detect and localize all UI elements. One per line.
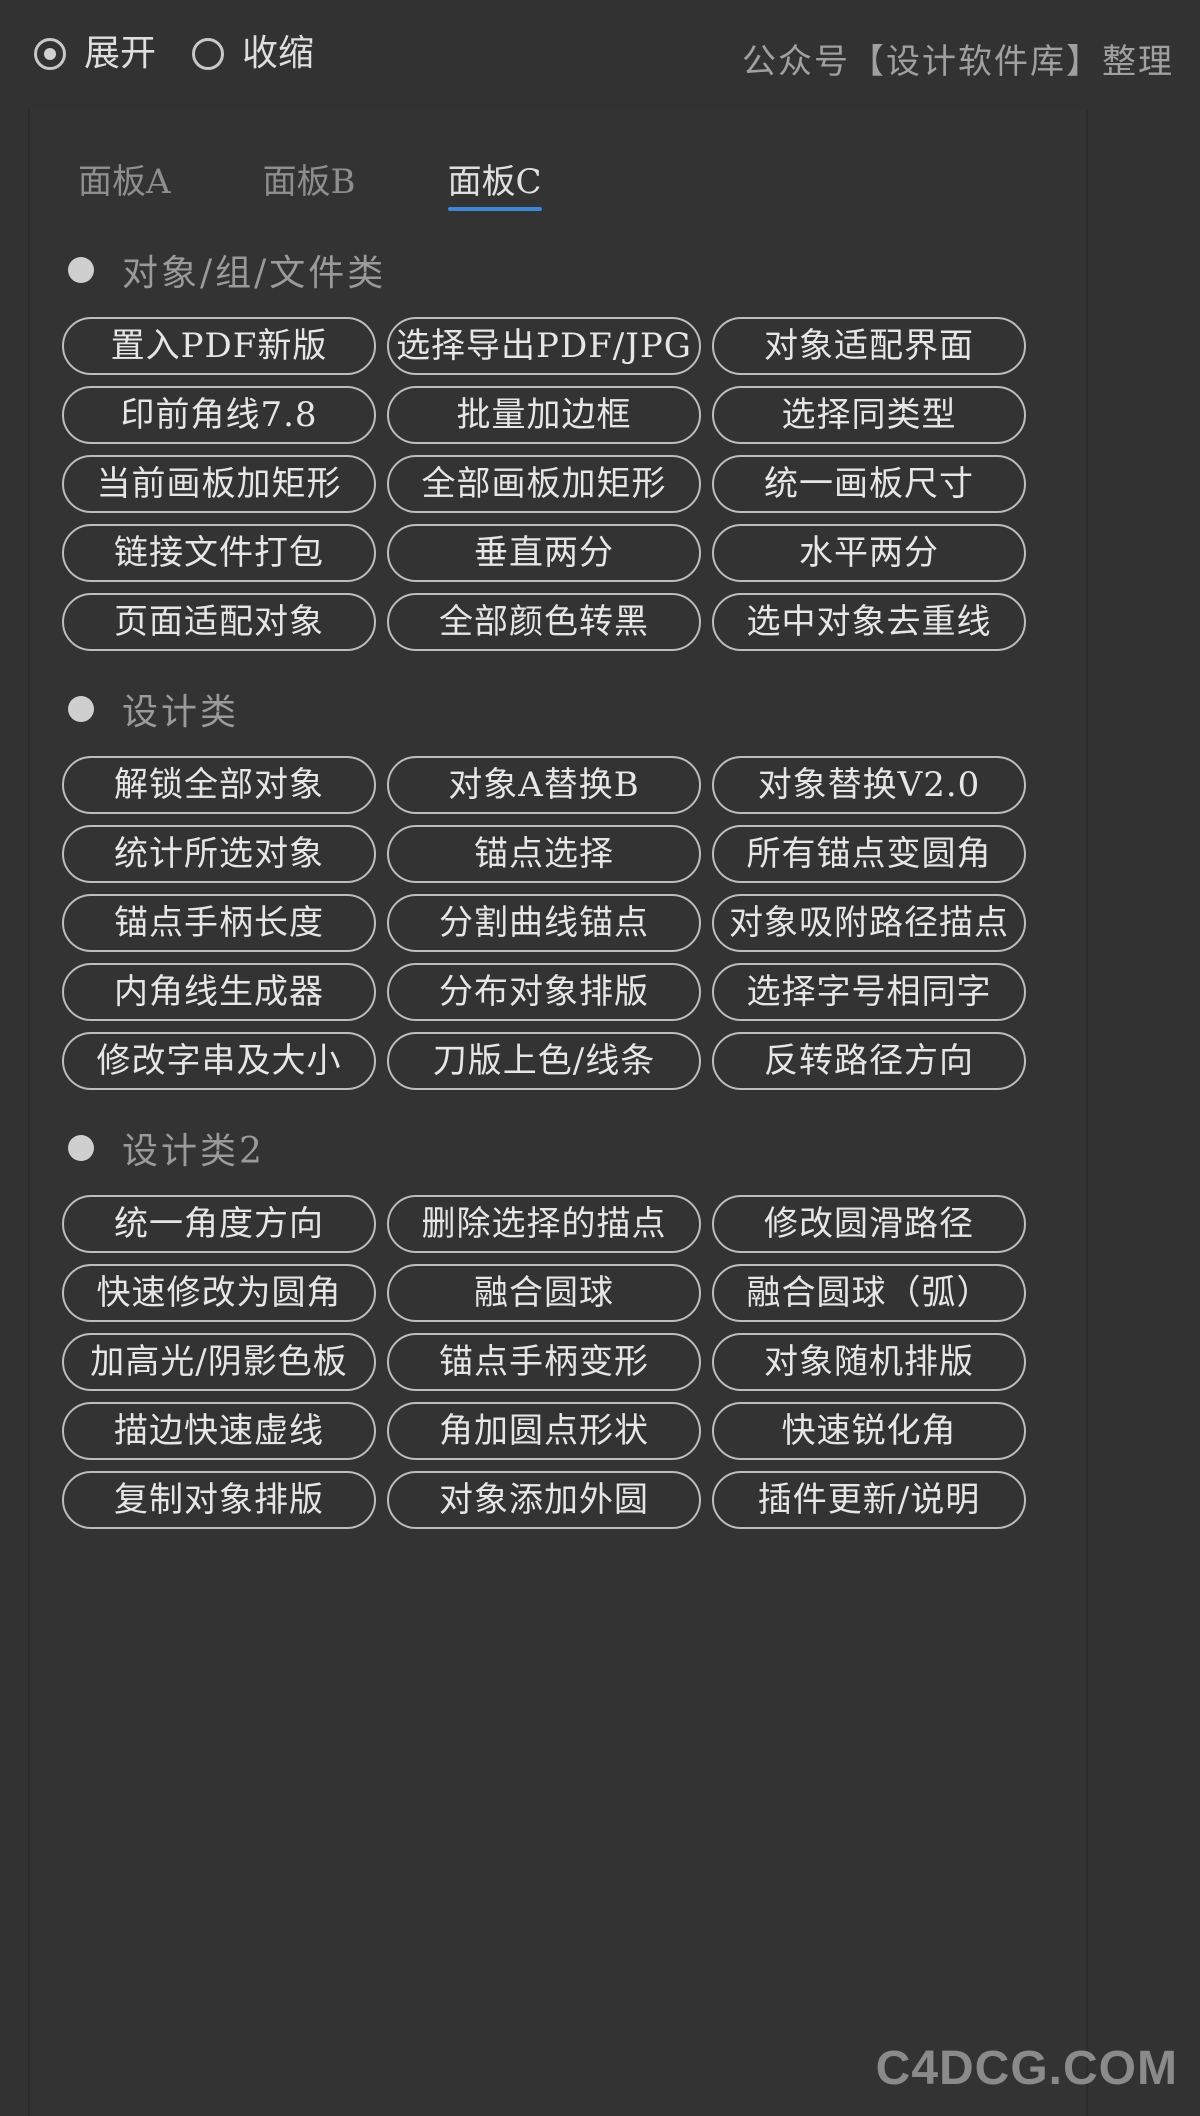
radio-unchecked-icon[interactable] <box>192 38 225 70</box>
top-bar: 展开 收缩 公众号【设计软件库】整理 <box>0 0 1200 110</box>
tab-panel-c[interactable]: 面板C <box>447 154 542 211</box>
action-button[interactable]: 水平两分 <box>712 524 1026 582</box>
tab-panel-b[interactable]: 面板B <box>263 154 356 211</box>
action-button[interactable]: 批量加边框 <box>387 386 701 444</box>
bullet-icon <box>68 696 94 722</box>
action-button[interactable]: 选择导出PDF/JPG <box>387 317 701 375</box>
section-header: 设计类2 <box>68 1122 265 1174</box>
action-button[interactable]: 快速修改为圆角 <box>62 1264 376 1322</box>
action-button[interactable]: 分割曲线锚点 <box>387 894 701 952</box>
action-button[interactable]: 统一画板尺寸 <box>712 455 1026 513</box>
action-button[interactable]: 全部颜色转黑 <box>387 593 701 651</box>
action-button[interactable]: 选中对象去重线 <box>712 593 1026 651</box>
action-button[interactable]: 页面适配对象 <box>62 593 376 651</box>
action-button[interactable]: 融合圆球 <box>387 1264 701 1322</box>
bullet-icon <box>68 257 94 283</box>
bullet-icon <box>68 1135 94 1161</box>
action-button[interactable]: 锚点手柄变形 <box>387 1333 701 1391</box>
action-button[interactable]: 对象随机排版 <box>712 1333 1026 1391</box>
action-button[interactable]: 插件更新/说明 <box>712 1471 1026 1529</box>
action-button[interactable]: 当前画板加矩形 <box>62 455 376 513</box>
action-button[interactable]: 垂直两分 <box>387 524 701 582</box>
action-button[interactable]: 选择同类型 <box>712 386 1026 444</box>
radio-collapse-label: 收缩 <box>242 33 315 74</box>
action-button[interactable]: 统计所选对象 <box>62 825 376 883</box>
panel-tabs: 面板A 面板B 面板C <box>78 154 634 211</box>
action-button[interactable]: 加高光/阴影色板 <box>62 1333 376 1391</box>
section-title: 设计类2 <box>122 1131 265 1172</box>
action-button[interactable]: 锚点手柄长度 <box>62 894 376 952</box>
section-title: 设计类 <box>122 692 240 733</box>
radio-collapse[interactable]: 收缩 <box>192 30 314 78</box>
radio-checked-icon[interactable] <box>34 38 66 70</box>
radio-expand-label: 展开 <box>84 33 157 74</box>
action-button[interactable]: 反转路径方向 <box>712 1032 1026 1090</box>
tab-panel-a[interactable]: 面板A <box>78 154 171 211</box>
action-button[interactable]: 删除选择的描点 <box>387 1195 701 1253</box>
action-button[interactable]: 统一角度方向 <box>62 1195 376 1253</box>
action-button[interactable]: 刀版上色/线条 <box>387 1032 701 1090</box>
action-button[interactable]: 全部画板加矩形 <box>387 455 701 513</box>
action-button[interactable]: 对象适配界面 <box>712 317 1026 375</box>
action-button[interactable]: 对象A替换B <box>387 756 701 814</box>
action-button[interactable]: 修改字串及大小 <box>62 1032 376 1090</box>
action-button[interactable]: 解锁全部对象 <box>62 756 376 814</box>
section-title: 对象/组/文件类 <box>122 253 387 294</box>
action-button[interactable]: 描边快速虚线 <box>62 1402 376 1460</box>
mode-radio-group: 展开 收缩 <box>34 30 350 78</box>
action-button[interactable]: 修改圆滑路径 <box>712 1195 1026 1253</box>
action-button[interactable]: 对象吸附路径描点 <box>712 894 1026 952</box>
action-button[interactable]: 选择字号相同字 <box>712 963 1026 1021</box>
radio-expand[interactable]: 展开 <box>34 30 156 78</box>
action-button[interactable]: 融合圆球（弧） <box>712 1264 1026 1322</box>
action-button[interactable]: 角加圆点形状 <box>387 1402 701 1460</box>
action-button[interactable]: 对象替换V2.0 <box>712 756 1026 814</box>
action-button[interactable]: 内角线生成器 <box>62 963 376 1021</box>
action-button[interactable]: 所有锚点变圆角 <box>712 825 1026 883</box>
action-button[interactable]: 印前角线7.8 <box>62 386 376 444</box>
action-button[interactable]: 复制对象排版 <box>62 1471 376 1529</box>
action-button[interactable]: 链接文件打包 <box>62 524 376 582</box>
section-header: 设计类 <box>68 683 239 735</box>
action-button[interactable]: 对象添加外圆 <box>387 1471 701 1529</box>
plugin-panel: 面板A 面板B 面板C 对象/组/文件类 置入PDF新版 选择导出PDF/JPG 对象… <box>28 110 1088 2116</box>
action-button[interactable]: 分布对象排版 <box>387 963 701 1021</box>
action-button[interactable]: 置入PDF新版 <box>62 317 376 375</box>
watermark: C4DCG.COM <box>875 2042 1178 2095</box>
credit-text: 公众号【设计软件库】整理 <box>742 42 1174 82</box>
action-button[interactable]: 快速锐化角 <box>712 1402 1026 1460</box>
section-header: 对象/组/文件类 <box>68 244 386 296</box>
action-button[interactable]: 锚点选择 <box>387 825 701 883</box>
